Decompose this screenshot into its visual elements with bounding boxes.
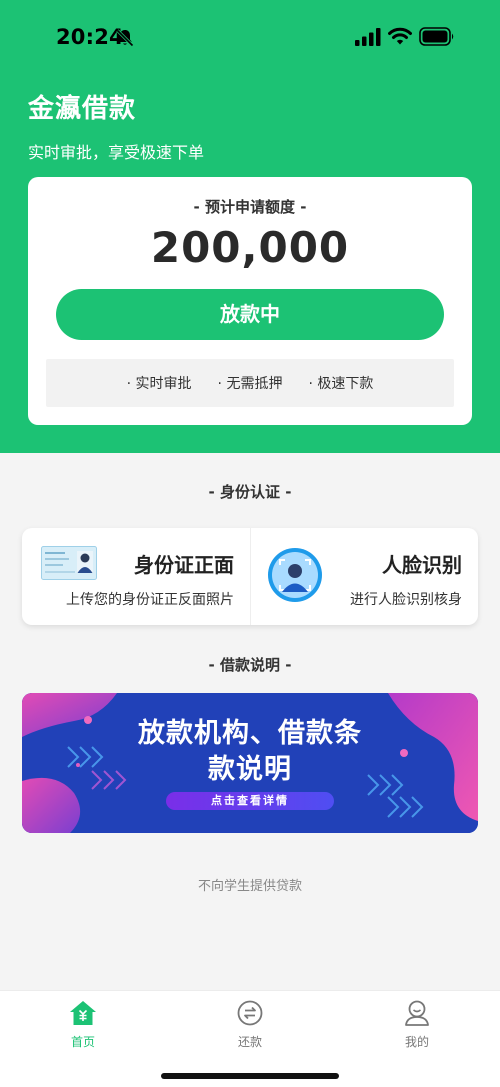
header-area: 20:24 金瀛借款 实时审批，享受极速下单 - 预计申请额度 - 200,00… (0, 0, 500, 453)
loan-terms-banner[interactable]: 放款机构、借款条 款说明 点击查看详情 (22, 693, 478, 833)
home-indicator (161, 1073, 339, 1079)
banner-title-line: 放款机构、借款条 (138, 718, 362, 749)
battery-icon (419, 27, 454, 46)
face-title: 人脸识别 (382, 553, 462, 577)
feature-list: · 实时审批 · 无需抵押 · 极速下款 (46, 359, 454, 407)
loan-info-section-title: - 借款说明 - (208, 656, 292, 674)
tab-home[interactable]: 首页 (33, 999, 133, 1059)
status-bar: 20:24 (0, 0, 500, 74)
loan-home-page: 20:24 金瀛借款 实时审批，享受极速下单 - 预计申请额度 - 200,00… (0, 0, 500, 1087)
profile-icon (405, 1000, 429, 1026)
identity-section-title: - 身份认证 - (208, 483, 292, 501)
feature-item: · 无需抵押 (217, 376, 283, 392)
tab-repay[interactable]: 还款 (200, 999, 300, 1059)
banner-title: 放款机构、借款条 款说明 (22, 716, 478, 788)
silent-bell-icon (116, 29, 134, 47)
app-subtitle: 实时审批，享受极速下单 (28, 143, 205, 162)
quota-label: - 预计申请额度 - (193, 198, 307, 216)
banner-title-line: 款说明 (208, 754, 292, 785)
feature-item: · 实时审批 (126, 376, 192, 392)
view-details-button[interactable]: 点击查看详情 (166, 792, 334, 810)
tab-profile[interactable]: 我的 (367, 999, 467, 1059)
cellular-signal-icon (355, 28, 381, 46)
tab-label: 还款 (237, 1035, 262, 1049)
face-recognition-icon (268, 548, 322, 602)
tab-label: 我的 (404, 1035, 429, 1049)
id-card-title: 身份证正面 (134, 553, 234, 577)
wifi-icon (388, 27, 412, 45)
quota-amount: 200,000 (150, 223, 350, 272)
quota-card: - 预计申请额度 - 200,000 放款中 · 实时审批 · 无需抵押 · 极… (28, 177, 472, 425)
repay-icon (237, 1000, 263, 1026)
identity-card: 身份证正面 上传您的身份证正反面照片 人脸识别 进行人脸识别核身 (22, 528, 478, 625)
face-recognition-button[interactable]: 人脸识别 进行人脸识别核身 (250, 528, 478, 625)
home-icon (70, 1001, 96, 1025)
loan-status-button[interactable]: 放款中 (56, 289, 444, 340)
id-card-desc: 上传您的身份证正反面照片 (66, 592, 234, 608)
student-disclaimer: 不向学生提供贷款 (197, 879, 302, 894)
status-time: 20:24 (56, 25, 124, 49)
face-desc: 进行人脸识别核身 (350, 592, 462, 608)
app-title: 金瀛借款 (28, 94, 137, 124)
id-card-upload-button[interactable]: 身份证正面 上传您的身份证正反面照片 (22, 528, 250, 625)
feature-item: · 极速下款 (308, 376, 374, 392)
id-card-icon (41, 546, 97, 580)
tab-label: 首页 (70, 1035, 95, 1049)
